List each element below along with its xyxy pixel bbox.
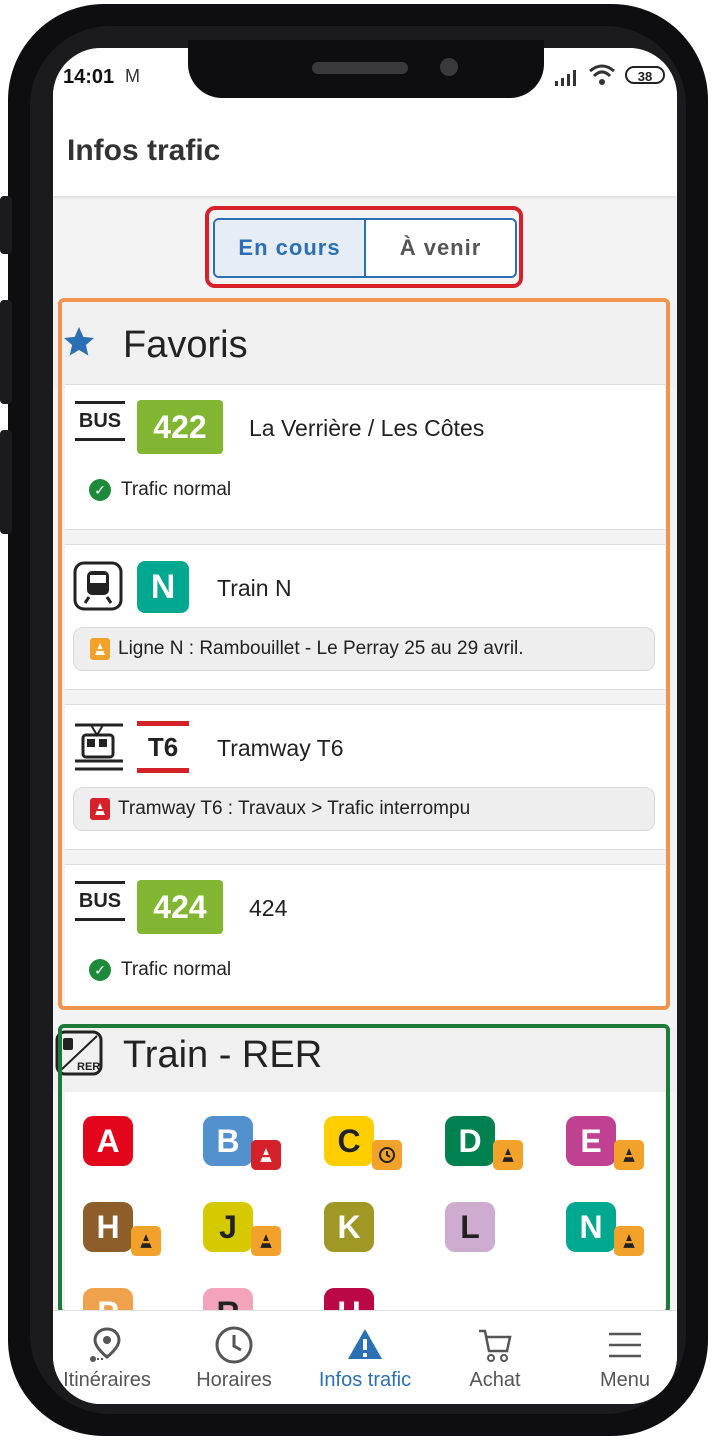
cart-icon xyxy=(479,1329,512,1362)
front-camera xyxy=(440,58,458,76)
tab-a-venir[interactable]: À venir xyxy=(366,220,515,276)
nav-label: Itinéraires xyxy=(63,1369,151,1391)
nav-horaires[interactable]: Horaires xyxy=(172,1311,296,1404)
app-header: Infos trafic xyxy=(53,108,677,196)
page-title: Infos trafic xyxy=(67,134,221,167)
favorites-highlight-frame xyxy=(58,298,670,1010)
tab-en-cours[interactable]: En cours xyxy=(215,220,366,276)
nav-label: Horaires xyxy=(196,1369,272,1391)
bottom-navigation: Itinéraires Horaires Infos trafic Achat … xyxy=(53,1310,677,1404)
tab-switcher: En cours À venir xyxy=(213,218,517,278)
battery-indicator: 38 xyxy=(625,66,665,84)
status-time: 14:01 xyxy=(63,66,115,88)
screen: 14:01 M 38 Infos trafic En cours À venir… xyxy=(53,48,677,1404)
signal-icon xyxy=(555,70,576,86)
clock-icon xyxy=(215,1326,253,1364)
nav-label: Menu xyxy=(599,1369,651,1391)
side-button xyxy=(0,196,12,254)
side-button xyxy=(0,430,12,534)
warning-icon xyxy=(348,1329,382,1359)
speaker xyxy=(312,62,408,74)
rer-highlight-frame xyxy=(58,1024,670,1314)
nav-label: Achat xyxy=(469,1369,521,1391)
side-button xyxy=(0,300,12,404)
nav-achat[interactable]: Achat xyxy=(433,1311,557,1404)
menu-icon xyxy=(609,1332,641,1358)
nav-menu[interactable]: Menu xyxy=(563,1311,677,1404)
wifi-icon xyxy=(589,64,615,85)
nav-infos-trafic[interactable]: Infos trafic xyxy=(303,1311,427,1404)
nav-label: Infos trafic xyxy=(318,1369,412,1391)
nav-itineraires[interactable]: Itinéraires xyxy=(53,1311,169,1404)
mail-icon: M xyxy=(125,66,140,86)
phone-notch xyxy=(188,40,544,98)
map-pin-icon xyxy=(90,1327,121,1362)
